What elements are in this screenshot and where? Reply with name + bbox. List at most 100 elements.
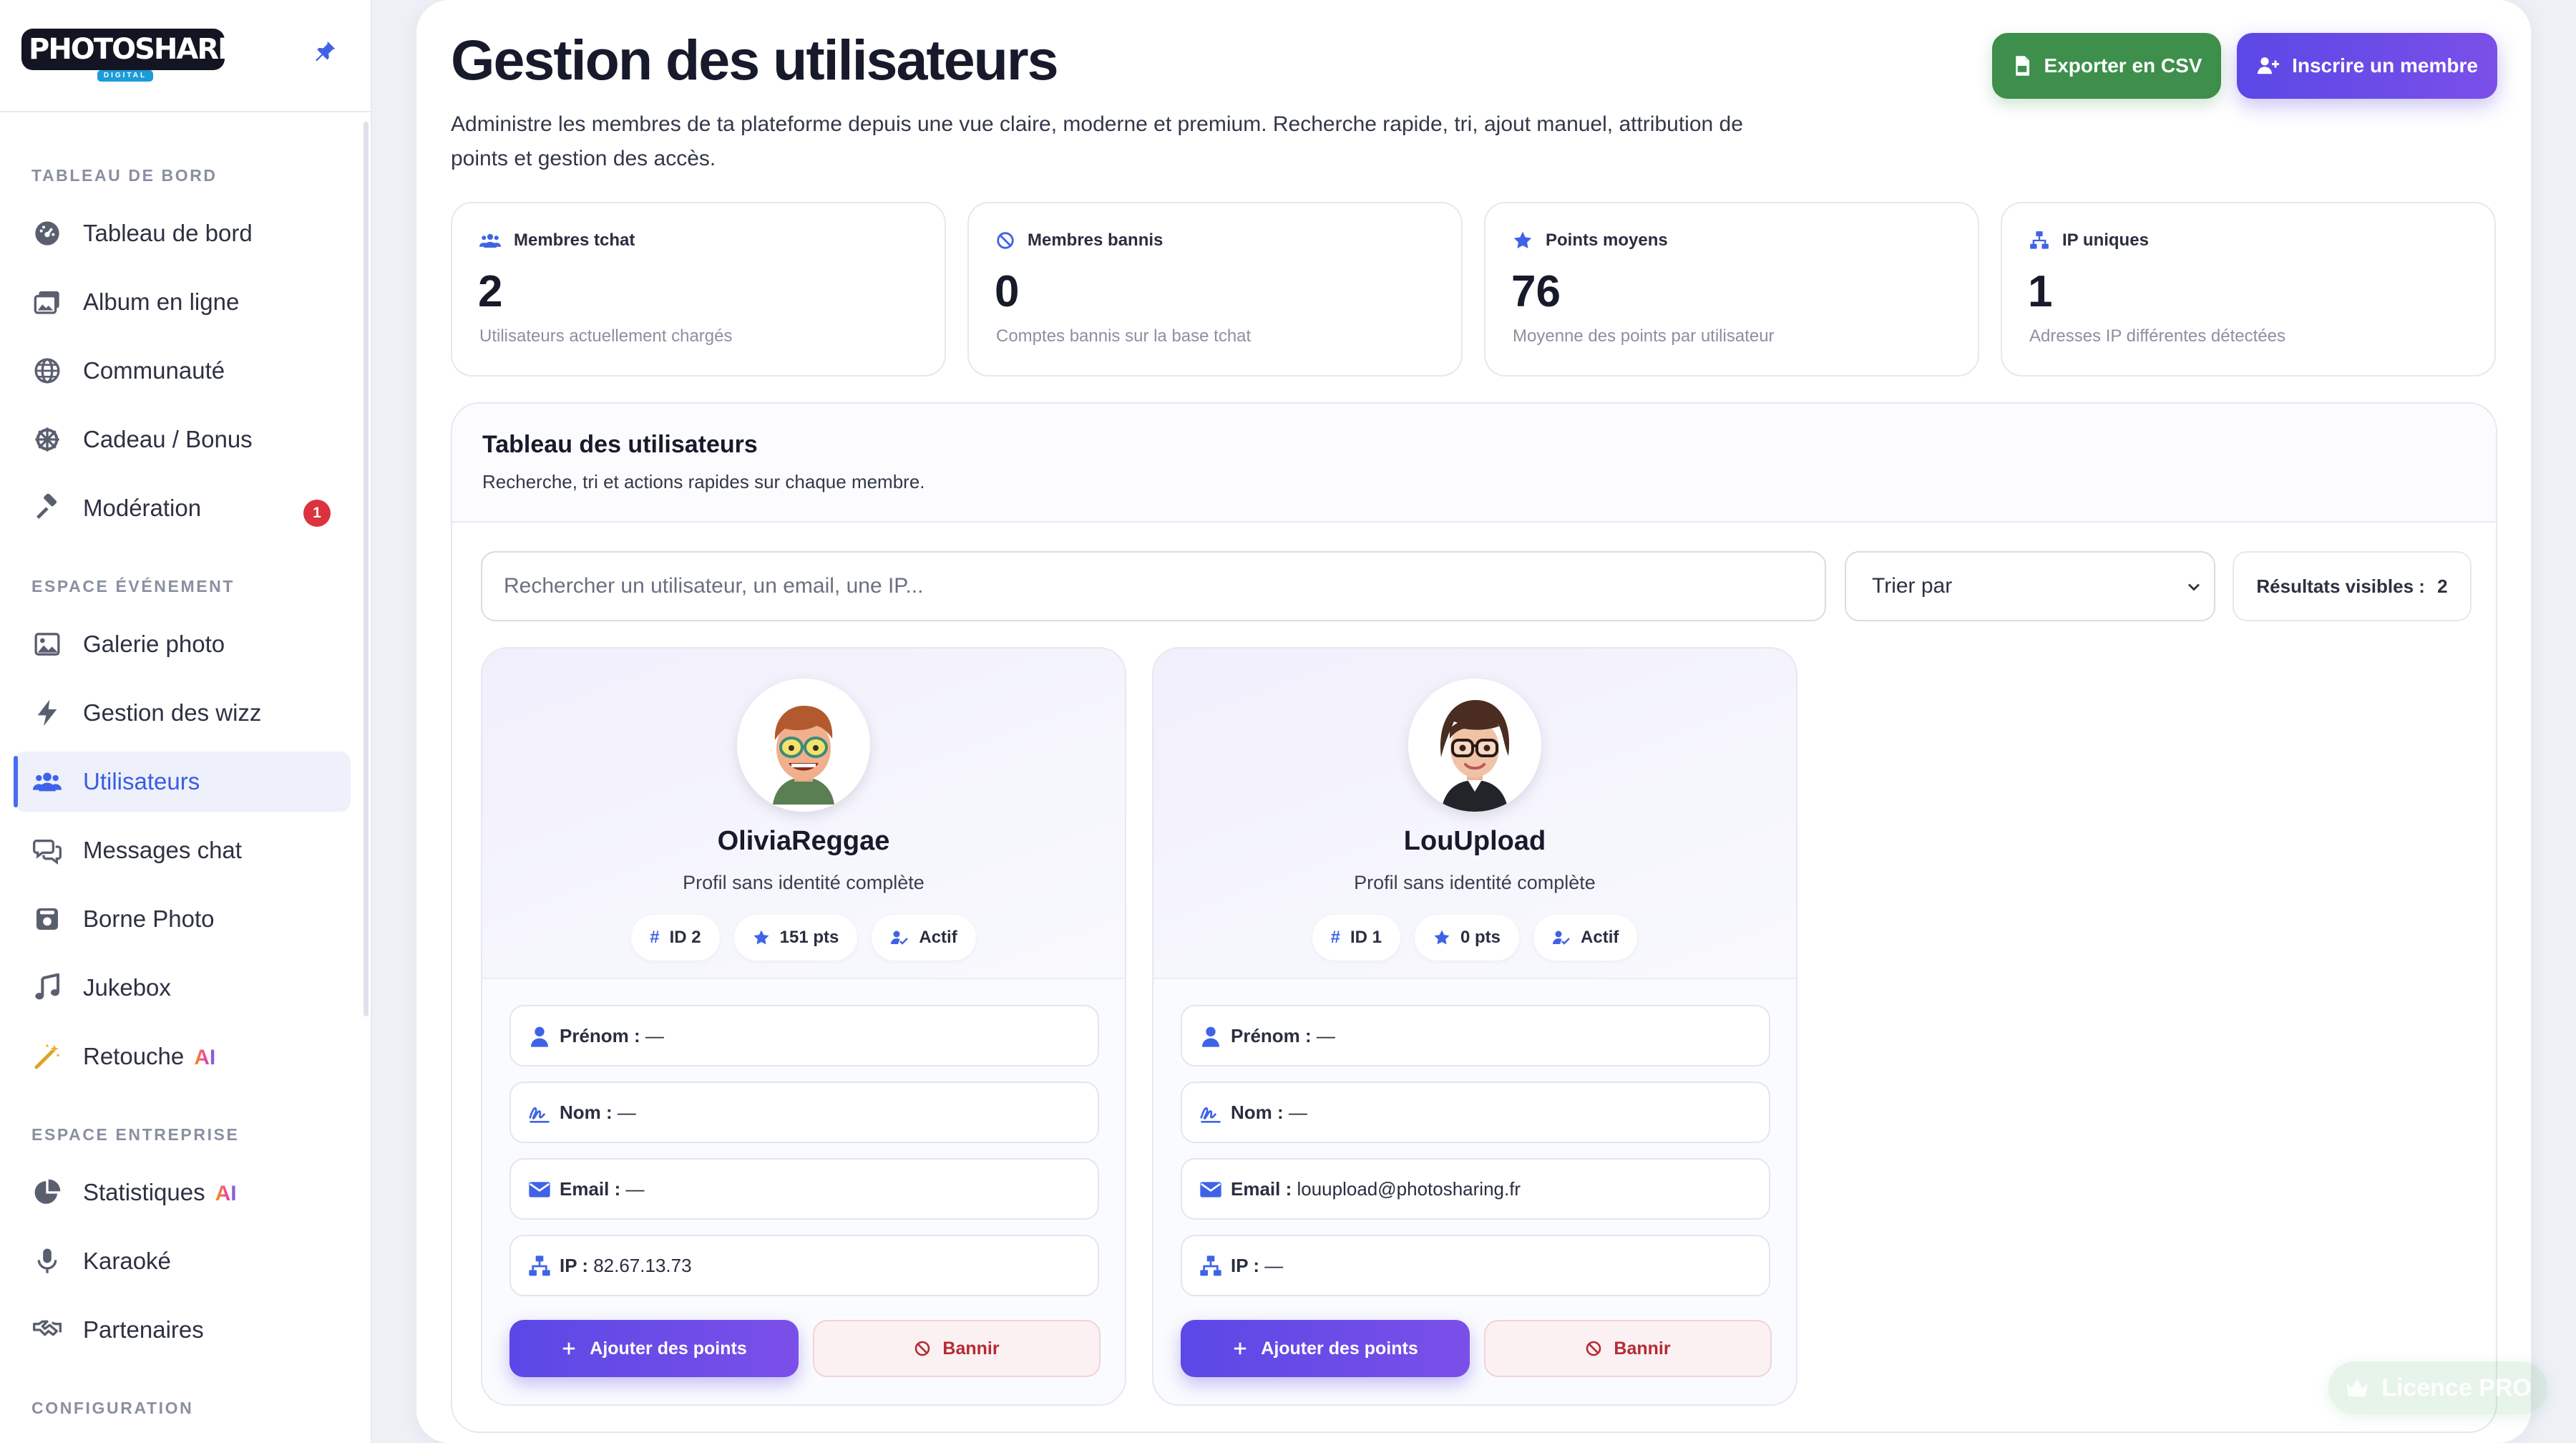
sidebar-item-label: Communauté [83, 357, 225, 384]
sidebar-item-karaoke[interactable]: Karaoké [14, 1231, 351, 1291]
stat-description: Moyenne des points par utilisateur [1513, 326, 1775, 346]
stat-card-points: Points moyens 76 Moyenne des points par … [1484, 202, 1979, 376]
sidebar-item-jukebox[interactable]: Jukebox [14, 958, 351, 1018]
plus-icon [1234, 1342, 1246, 1355]
stat-label: Points moyens [1513, 230, 1668, 251]
moderation-badge: 1 [303, 500, 331, 527]
avatar [737, 679, 870, 812]
ban-label: Bannir [1614, 1338, 1671, 1359]
field-label: IP : [1231, 1254, 1259, 1276]
export-csv-label: Exporter en CSV [2044, 54, 2202, 77]
field-value: 82.67.13.73 [593, 1254, 692, 1276]
pin-icon[interactable] [312, 39, 338, 64]
music-icon [35, 973, 59, 1000]
bolt-icon [37, 699, 57, 727]
export-csv-button[interactable]: Exporter en CSV [1992, 33, 2221, 99]
field-label: Nom : [1231, 1101, 1284, 1123]
logo-text: PHOTOSHARING [29, 33, 273, 66]
section-title-config: CONFIGURATION [31, 1399, 194, 1417]
username: LouUpload [1403, 826, 1546, 856]
signature-icon [529, 1107, 550, 1123]
sidebar-item-label: Jukebox [83, 974, 171, 1001]
sidebar-item-label: Messages chat [83, 837, 242, 863]
lastname-field: Nom : — [1181, 1082, 1770, 1143]
user-status: Actif [1581, 928, 1619, 947]
stat-label-text: Points moyens [1546, 230, 1668, 250]
avatar-illustration-oliviareggae [737, 679, 870, 812]
sidebar-item-label: Galerie photo [83, 631, 225, 657]
dharma-wheel-icon [35, 427, 59, 452]
add-points-label: Ajouter des points [1261, 1338, 1418, 1359]
lastname-field: Nom : — [509, 1082, 1099, 1143]
user-chips: # ID 1 0 pts Actif [1153, 915, 1796, 961]
ban-button[interactable]: Bannir [1484, 1320, 1772, 1377]
sidebar-item-chat[interactable]: Messages chat [14, 820, 351, 880]
images-icon [34, 291, 59, 314]
sidebar-item-stats[interactable]: Statistiques AI [14, 1162, 351, 1223]
ban-icon [1586, 1341, 1601, 1356]
star-icon [1434, 930, 1450, 945]
stat-value: 0 [995, 267, 1020, 316]
panel-header: Tableau des utilisateurs Recherche, tri … [452, 404, 2496, 523]
sidebar-item-booth[interactable]: Borne Photo [14, 889, 351, 949]
user-chips: # ID 2 151 pts Actif [482, 915, 1125, 961]
sidebar-item-community[interactable]: Communauté [14, 341, 351, 401]
sidebar-item-gift[interactable]: Cadeau / Bonus [14, 409, 351, 470]
profile-status: Profil sans identité complète [1354, 872, 1596, 893]
sidebar-item-retouch[interactable]: Retouche AI [14, 1026, 351, 1087]
users-icon [33, 772, 62, 792]
register-member-label: Inscrire un membre [2292, 54, 2478, 77]
sidebar-item-partners[interactable]: Partenaires [14, 1300, 351, 1360]
sidebar-item-wizz[interactable]: Gestion des wizz [14, 683, 351, 743]
stat-label: Membres tchat [479, 230, 635, 251]
search-input[interactable]: Rechercher un utilisateur, un email, une… [481, 551, 1826, 621]
register-member-button[interactable]: Inscrire un membre [2237, 33, 2497, 99]
sort-select[interactable]: Trier par [1845, 551, 2215, 621]
avatar-illustration-louupload [1408, 679, 1541, 812]
licence-pro-badge[interactable]: Licence PRO [2328, 1361, 2547, 1414]
logo-subtext: DIGITAL [97, 70, 153, 82]
network-icon [2030, 231, 2049, 249]
ip-field: IP : — [1181, 1235, 1770, 1296]
sidebar-item-users[interactable]: Utilisateurs [14, 752, 351, 812]
section-title-dashboard: TABLEAU DE BORD [31, 166, 218, 185]
logo[interactable]: PHOTOSHARING DIGITAL [21, 24, 273, 82]
sidebar-item-album[interactable]: Album en ligne [14, 272, 351, 332]
add-points-button[interactable]: Ajouter des points [1181, 1320, 1470, 1377]
field-label: Email : [560, 1177, 621, 1200]
camera-booth-icon [36, 908, 58, 930]
user-id: ID 2 [669, 928, 701, 947]
sidebar: PHOTOSHARING DIGITAL TABLEAU DE BORD Tab… [0, 0, 372, 1443]
sidebar-item-dashboard[interactable]: Tableau de bord [14, 203, 351, 263]
sidebar-item-label: Partenaires [83, 1316, 204, 1343]
sidebar-item-moderation[interactable]: Modération 1 [14, 478, 351, 538]
dashboard-icon [35, 221, 59, 246]
firstname-field: Prénom : — [1181, 1005, 1770, 1067]
signature-icon [1200, 1107, 1221, 1123]
sidebar-item-gallery[interactable]: Galerie photo [14, 614, 351, 674]
star-icon [1513, 231, 1532, 248]
sidebar-item-label: Utilisateurs [83, 768, 200, 795]
handshake-icon [33, 1320, 62, 1336]
sidebar-item-label: Retouche AI [83, 1043, 215, 1070]
user-status: Actif [919, 928, 957, 947]
field-label: Email : [1231, 1177, 1292, 1200]
user-status-chip: Actif [1533, 915, 1638, 961]
field-value: louupload@photosharing.fr [1297, 1177, 1521, 1200]
image-icon [34, 633, 60, 656]
ban-button[interactable]: Bannir [813, 1320, 1101, 1377]
stats-label: Statistiques [83, 1179, 205, 1205]
stat-description: Adresses IP différentes détectées [2029, 326, 2285, 346]
chat-icon [33, 840, 62, 865]
sort-select-value: Trier par [1872, 574, 1953, 598]
sidebar-item-label: Cadeau / Bonus [83, 426, 253, 452]
field-label: IP : [560, 1254, 588, 1276]
add-points-button[interactable]: Ajouter des points [509, 1320, 799, 1377]
hash-icon: # [1330, 928, 1340, 947]
field-label: Prénom : [1231, 1024, 1312, 1046]
profile-status: Profil sans identité complète [683, 872, 924, 893]
user-points: 151 pts [779, 928, 839, 947]
sidebar-scrollbar[interactable] [364, 122, 369, 1016]
email-field: Email : louupload@photosharing.fr [1181, 1158, 1770, 1220]
user-id-chip: # ID 2 [631, 915, 720, 961]
